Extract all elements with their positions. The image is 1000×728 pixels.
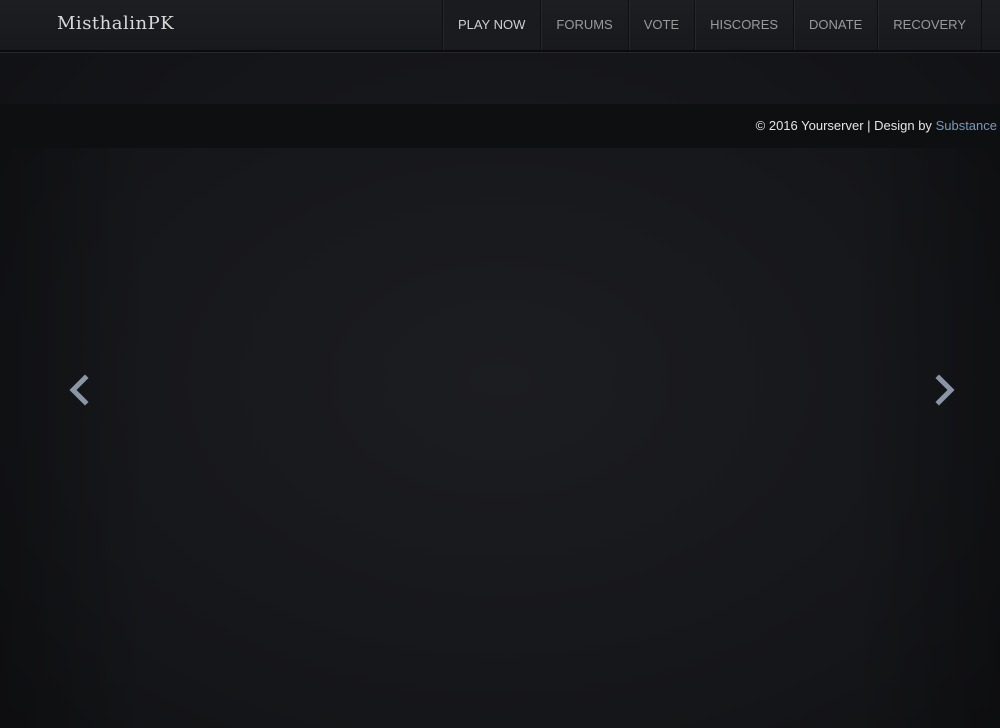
brand-logo[interactable]: MisthalinPK: [57, 13, 174, 34]
footer-copyright: © 2016 Yourserver | Design by Substance: [756, 118, 997, 133]
top-navbar: MisthalinPK PLAY NOW FORUMS VOTE HISCORE…: [0, 0, 1000, 52]
designer-link[interactable]: Substance: [936, 118, 997, 133]
nav-item-recovery[interactable]: RECOVERY: [878, 0, 982, 50]
footer-bar: © 2016 Yourserver | Design by Substance: [0, 104, 1000, 148]
nav-item-forums[interactable]: FORUMS: [541, 0, 629, 50]
chevron-right-icon: [935, 374, 955, 406]
chevron-left-icon: [69, 374, 89, 406]
carousel-next-button[interactable]: [933, 372, 957, 408]
carousel-prev-button[interactable]: [67, 372, 91, 408]
nav-item-play-now[interactable]: PLAY NOW: [442, 0, 542, 50]
nav-item-hiscores[interactable]: HISCORES: [695, 0, 795, 50]
page: MisthalinPK PLAY NOW FORUMS VOTE HISCORE…: [0, 0, 1000, 728]
nav-item-donate[interactable]: DONATE: [794, 0, 879, 50]
nav-item-vote[interactable]: VOTE: [629, 0, 696, 50]
main-nav: PLAY NOW FORUMS VOTE HISCORES DONATE REC…: [441, 0, 982, 50]
copyright-text: © 2016 Yourserver | Design by: [755, 118, 932, 133]
image-carousel: [0, 148, 1000, 728]
